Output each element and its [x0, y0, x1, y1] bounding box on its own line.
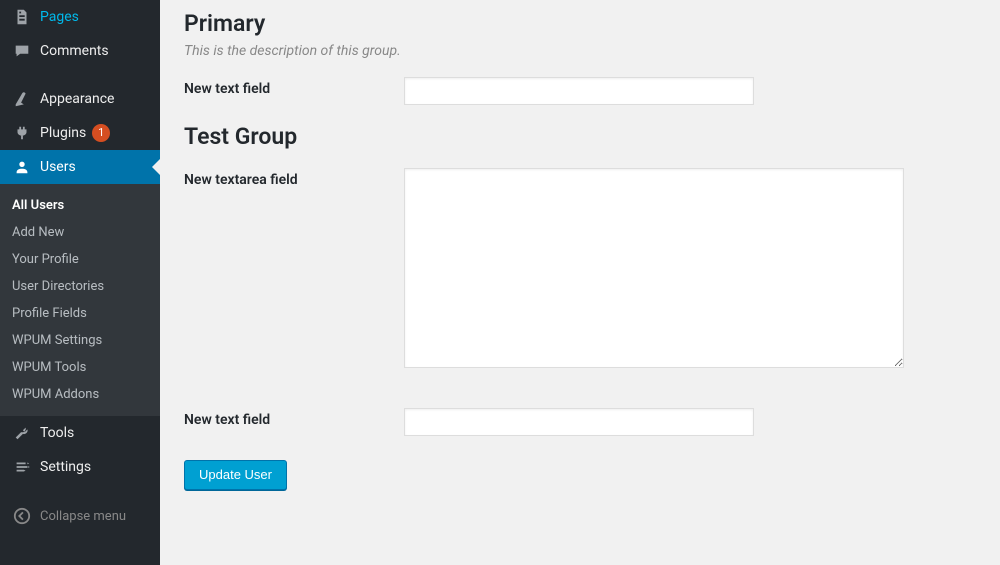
field-label: New textarea field: [184, 168, 404, 188]
sidebar-item-settings[interactable]: Settings: [0, 450, 160, 484]
submenu-user-directories[interactable]: User Directories: [0, 273, 160, 300]
pages-icon: [12, 7, 32, 27]
text-field-input[interactable]: [404, 77, 754, 105]
appearance-icon: [12, 89, 32, 109]
submenu-add-new[interactable]: Add New: [0, 219, 160, 246]
update-badge: 1: [92, 124, 110, 142]
plugins-icon: [12, 123, 32, 143]
tools-icon: [12, 423, 32, 443]
sidebar-item-comments[interactable]: Comments: [0, 34, 160, 68]
field-row: New textarea field: [184, 168, 976, 368]
submenu-wpum-tools[interactable]: WPUM Tools: [0, 354, 160, 381]
menu-separator: [0, 68, 160, 82]
sidebar-item-label: Settings: [40, 459, 91, 475]
submenu-all-users[interactable]: All Users: [0, 192, 160, 219]
collapse-icon: [12, 506, 32, 526]
admin-sidebar: Pages Comments Appearance Plugins 1 User…: [0, 0, 160, 565]
submit-row: Update User: [184, 460, 976, 490]
field-label: New text field: [184, 408, 404, 428]
menu-separator: [0, 484, 160, 498]
field-row: New text field: [184, 408, 976, 436]
sidebar-item-label: Pages: [40, 9, 79, 25]
collapse-label: Collapse menu: [40, 509, 126, 524]
group-title-test: Test Group: [184, 123, 976, 150]
submenu-your-profile[interactable]: Your Profile: [0, 246, 160, 273]
submenu-wpum-settings[interactable]: WPUM Settings: [0, 327, 160, 354]
sidebar-item-tools[interactable]: Tools: [0, 416, 160, 450]
sidebar-item-label: Comments: [40, 43, 109, 59]
submenu-profile-fields[interactable]: Profile Fields: [0, 300, 160, 327]
sidebar-item-label: Users: [40, 159, 76, 175]
update-user-button[interactable]: Update User: [184, 460, 287, 490]
users-submenu: All Users Add New Your Profile User Dire…: [0, 184, 160, 416]
sidebar-item-users[interactable]: Users: [0, 150, 160, 184]
sidebar-item-label: Tools: [40, 425, 74, 441]
textarea-field-input[interactable]: [404, 168, 904, 368]
sidebar-item-label: Plugins: [40, 125, 86, 141]
field-row: New text field: [184, 77, 976, 105]
sidebar-item-pages[interactable]: Pages: [0, 0, 160, 34]
text-field-input[interactable]: [404, 408, 754, 436]
sidebar-item-plugins[interactable]: Plugins 1: [0, 116, 160, 150]
collapse-menu[interactable]: Collapse menu: [0, 498, 160, 534]
main-content: Primary This is the description of this …: [160, 0, 1000, 565]
sidebar-item-label: Appearance: [40, 91, 114, 107]
submenu-wpum-addons[interactable]: WPUM Addons: [0, 381, 160, 408]
sidebar-item-appearance[interactable]: Appearance: [0, 82, 160, 116]
group-title-primary: Primary: [184, 10, 976, 37]
group-description: This is the description of this group.: [184, 43, 976, 59]
settings-icon: [12, 457, 32, 477]
comments-icon: [12, 41, 32, 61]
users-icon: [12, 157, 32, 177]
field-label: New text field: [184, 77, 404, 97]
